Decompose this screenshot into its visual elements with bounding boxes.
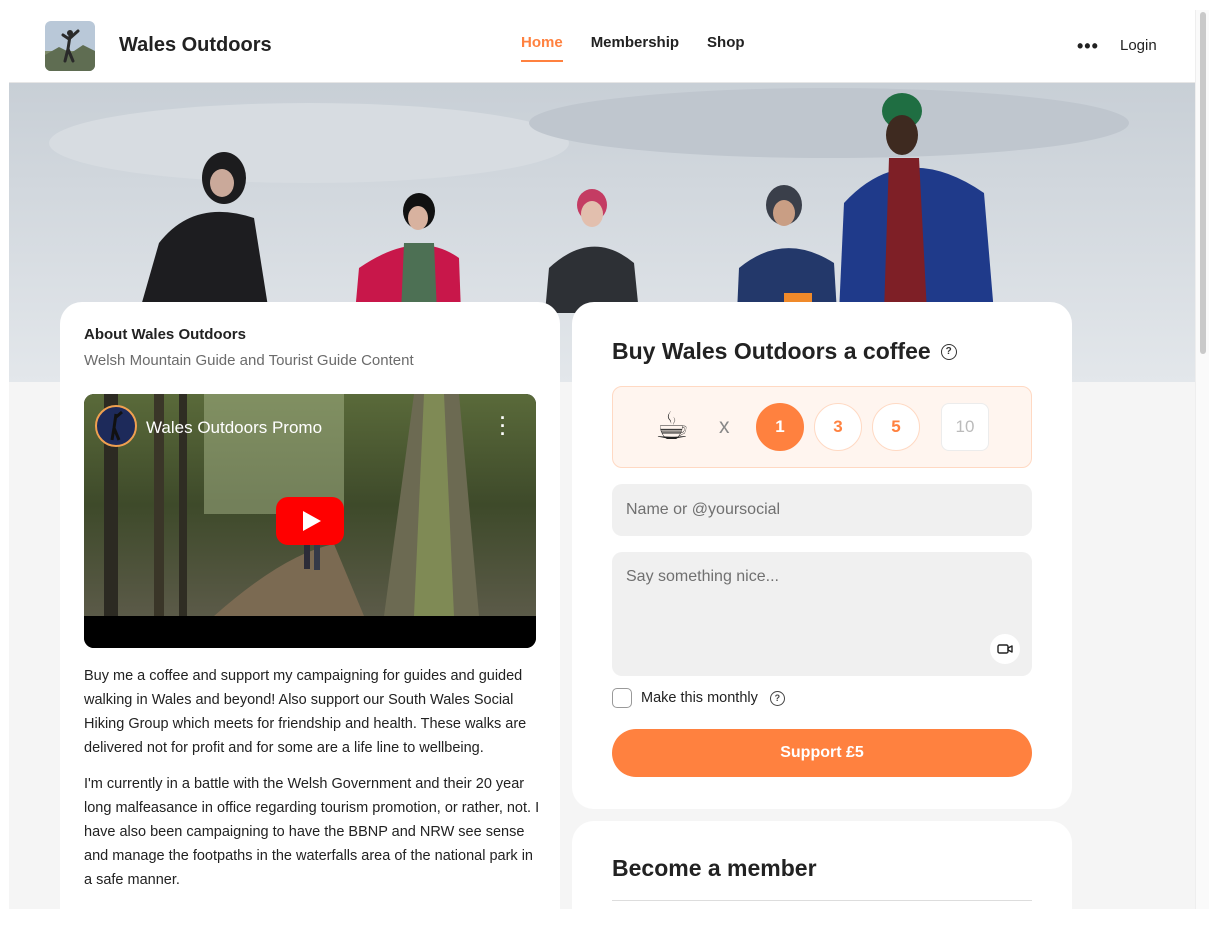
about-description: Buy me a coffee and support my campaigni… xyxy=(84,664,544,904)
monthly-checkbox[interactable] xyxy=(612,688,632,708)
help-icon[interactable]: ? xyxy=(940,343,957,360)
support-button[interactable]: Support £5 xyxy=(612,729,1032,777)
coffee-title: Buy Wales Outdoors a coffee ? xyxy=(612,338,1032,365)
monthly-option: Make this monthly ? xyxy=(612,688,785,708)
page-frame: Wales Outdoors Home Membership Shop ••• … xyxy=(9,10,1195,909)
login-link[interactable]: Login xyxy=(1120,37,1157,54)
quantity-option-5[interactable]: 5 xyxy=(872,403,920,451)
youtube-play-icon[interactable] xyxy=(276,497,344,545)
video-title: Wales Outdoors Promo xyxy=(146,418,323,437)
nav-shop[interactable]: Shop xyxy=(707,34,745,62)
about-subtitle: Welsh Mountain Guide and Tourist Guide C… xyxy=(84,352,414,369)
member-title: Become a member xyxy=(612,855,817,881)
times-sign: x xyxy=(719,415,730,438)
nav-home[interactable]: Home xyxy=(521,34,563,62)
custom-quantity-input[interactable]: 10 xyxy=(941,403,989,451)
membership-card: Become a member xyxy=(572,821,1072,909)
monthly-label[interactable]: Make this monthly xyxy=(641,690,758,706)
video-camera-icon[interactable] xyxy=(990,634,1020,664)
about-paragraph: Buy me a coffee and support my campaigni… xyxy=(84,668,527,756)
help-icon[interactable]: ? xyxy=(769,690,785,706)
quantity-option-1[interactable]: 1 xyxy=(756,403,804,451)
scrollbar-thumb[interactable] xyxy=(1200,12,1206,354)
about-card: About Wales Outdoors Welsh Mountain Guid… xyxy=(60,302,560,909)
main-nav: Home Membership Shop xyxy=(521,34,745,62)
more-dots-icon[interactable]: ••• xyxy=(1077,36,1099,57)
video-menu-icon[interactable]: · · · xyxy=(500,409,506,443)
message-placeholder: Say something nice... xyxy=(626,568,779,585)
buy-coffee-card: Buy Wales Outdoors a coffee ? ☕ x 1 3 5 … xyxy=(572,302,1072,809)
creator-avatar[interactable] xyxy=(45,21,95,71)
coffee-quantity-selector: ☕ x 1 3 5 10 xyxy=(612,386,1032,468)
brand-name[interactable]: Wales Outdoors xyxy=(119,34,272,57)
message-textarea[interactable]: Say something nice... xyxy=(612,552,1032,676)
about-paragraph: I'm currently in a battle with the Welsh… xyxy=(84,776,540,888)
promo-video[interactable]: Wales Outdoors Promo · · · xyxy=(84,394,536,648)
name-input[interactable]: Name or @yoursocial xyxy=(612,484,1032,536)
top-navigation-bar: Wales Outdoors Home Membership Shop ••• … xyxy=(9,10,1195,83)
divider xyxy=(612,900,1032,901)
quantity-option-3[interactable]: 3 xyxy=(814,403,862,451)
about-title: About Wales Outdoors xyxy=(84,326,246,343)
coffee-title-text: Buy Wales Outdoors a coffee xyxy=(612,338,931,364)
coffee-cup-icon: ☕ xyxy=(655,406,690,448)
nav-membership[interactable]: Membership xyxy=(591,34,679,62)
